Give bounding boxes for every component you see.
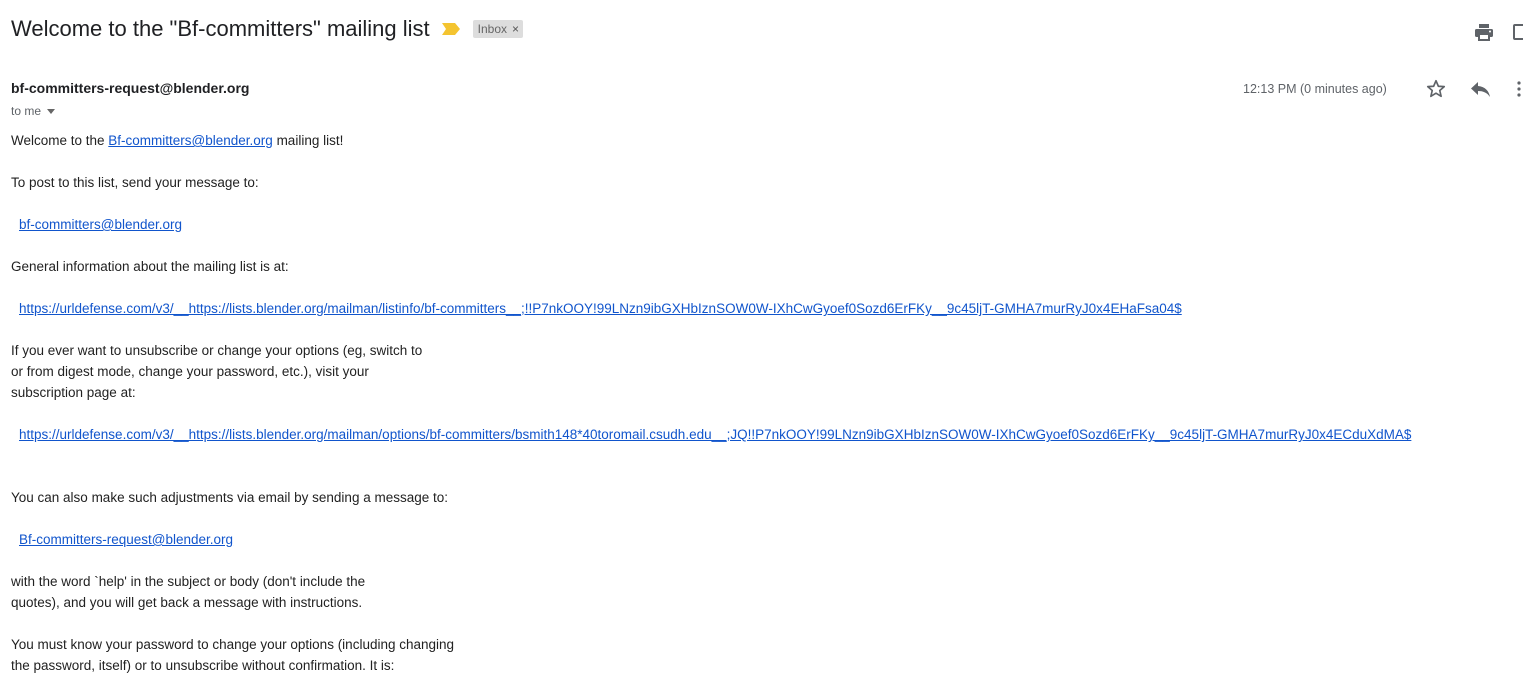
post-address-line: bf-committers@blender.org [19, 217, 182, 232]
listinfo-link[interactable]: https://urldefense.com/v3/__https://list… [19, 301, 1182, 316]
general-info-text: General information about the mailing li… [11, 259, 289, 274]
unsubscribe-text-3: subscription page at: [11, 385, 136, 400]
star-icon[interactable] [1425, 78, 1447, 100]
request-address-link[interactable]: Bf-committers-request@blender.org [19, 532, 233, 547]
listinfo-url-line: https://urldefense.com/v3/__https://list… [19, 301, 1182, 316]
print-icon[interactable] [1474, 22, 1494, 42]
welcome-suffix: mailing list! [272, 133, 344, 148]
welcome-line: Welcome to the Bf-committers@blender.org… [11, 133, 343, 148]
remove-label-button[interactable]: × [512, 22, 519, 36]
importance-marker-icon[interactable] [441, 22, 461, 36]
sender-address[interactable]: bf-committers-request@blender.org [11, 80, 249, 96]
request-address-line: Bf-committers-request@blender.org [19, 532, 233, 547]
message-timestamp: 12:13 PM (0 minutes ago) [1243, 82, 1387, 96]
options-link[interactable]: https://urldefense.com/v3/__https://list… [19, 427, 1411, 442]
password-text-2: the password, itself) or to unsubscribe … [11, 658, 395, 673]
post-instructions: To post to this list, send your message … [11, 175, 259, 190]
recipient-details[interactable]: to me [11, 104, 56, 118]
more-icon[interactable] [1516, 80, 1522, 98]
help-text-2: quotes), and you will get back a message… [11, 595, 363, 610]
inbox-label-text: Inbox [477, 22, 508, 36]
subject-row: Welcome to the "Bf-committers" mailing l… [11, 16, 524, 42]
reply-icon[interactable] [1468, 79, 1492, 99]
list-address-link[interactable]: Bf-committers@blender.org [108, 133, 273, 148]
unsubscribe-text-2: or from digest mode, change your passwor… [11, 364, 369, 379]
unsubscribe-text-1: If you ever want to unsubscribe or chang… [11, 343, 423, 358]
recipient-label: to me [11, 104, 42, 118]
password-text-1: You must know your password to change yo… [11, 637, 455, 652]
post-address-link[interactable]: bf-committers@blender.org [19, 217, 182, 232]
chevron-down-icon[interactable] [47, 108, 56, 114]
help-text-1: with the word `help' in the subject or b… [11, 574, 366, 589]
email-adjust-text: You can also make such adjustments via e… [11, 490, 448, 505]
inbox-label: Inbox × [472, 20, 524, 38]
email-view: Welcome to the "Bf-committers" mailing l… [0, 0, 1523, 692]
email-subject: Welcome to the "Bf-committers" mailing l… [11, 16, 430, 41]
options-url-line: https://urldefense.com/v3/__https://list… [19, 427, 1411, 442]
welcome-prefix: Welcome to the [11, 133, 109, 148]
new-window-icon[interactable] [1512, 22, 1523, 42]
